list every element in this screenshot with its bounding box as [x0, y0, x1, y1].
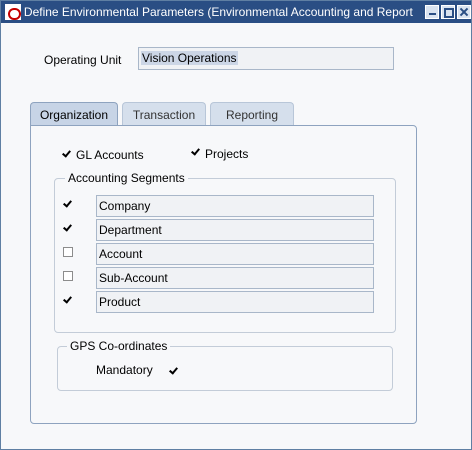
gps-coordinates-title: GPS Co-ordinates: [67, 339, 171, 353]
sub-account-field[interactable]: Sub-Account: [96, 267, 374, 289]
tab-reporting[interactable]: Reporting: [210, 102, 294, 126]
accounting-segments-title: Accounting Segments: [65, 171, 188, 185]
window-title: Define Environmental Parameters (Environ…: [23, 5, 413, 19]
company-field[interactable]: Company: [96, 195, 374, 217]
product-field[interactable]: Product: [96, 291, 374, 313]
department-field[interactable]: Department: [96, 219, 374, 241]
maximize-icon[interactable]: [441, 5, 456, 19]
operating-unit-label: Operating Unit: [44, 53, 122, 67]
tab-transaction[interactable]: Transaction: [122, 102, 206, 126]
product-checkbox[interactable]: [63, 295, 73, 305]
tab-organization[interactable]: Organization: [30, 102, 118, 126]
company-checkbox[interactable]: [63, 199, 73, 209]
app-window: Define Environmental Parameters (Environ…: [0, 0, 472, 450]
mandatory-checkbox[interactable]: [169, 366, 179, 376]
account-checkbox[interactable]: [63, 247, 73, 257]
department-checkbox[interactable]: [63, 223, 73, 233]
projects-label: Projects: [205, 147, 249, 161]
projects-checkbox[interactable]: [191, 147, 201, 157]
mandatory-label: Mandatory: [96, 363, 153, 377]
minimize-icon[interactable]: [425, 5, 440, 19]
account-field[interactable]: Account: [96, 243, 374, 265]
operating-unit-field[interactable]: Vision Operations: [138, 47, 394, 70]
close-icon[interactable]: [457, 5, 471, 19]
operating-unit-value: Vision Operations: [141, 51, 238, 65]
title-bar[interactable]: Define Environmental Parameters (Environ…: [1, 1, 471, 23]
gl-accounts-checkbox[interactable]: [62, 149, 72, 159]
sub-account-checkbox[interactable]: [63, 271, 73, 281]
gl-accounts-label: GL Accounts: [76, 148, 144, 162]
oracle-app-icon: [5, 4, 21, 20]
